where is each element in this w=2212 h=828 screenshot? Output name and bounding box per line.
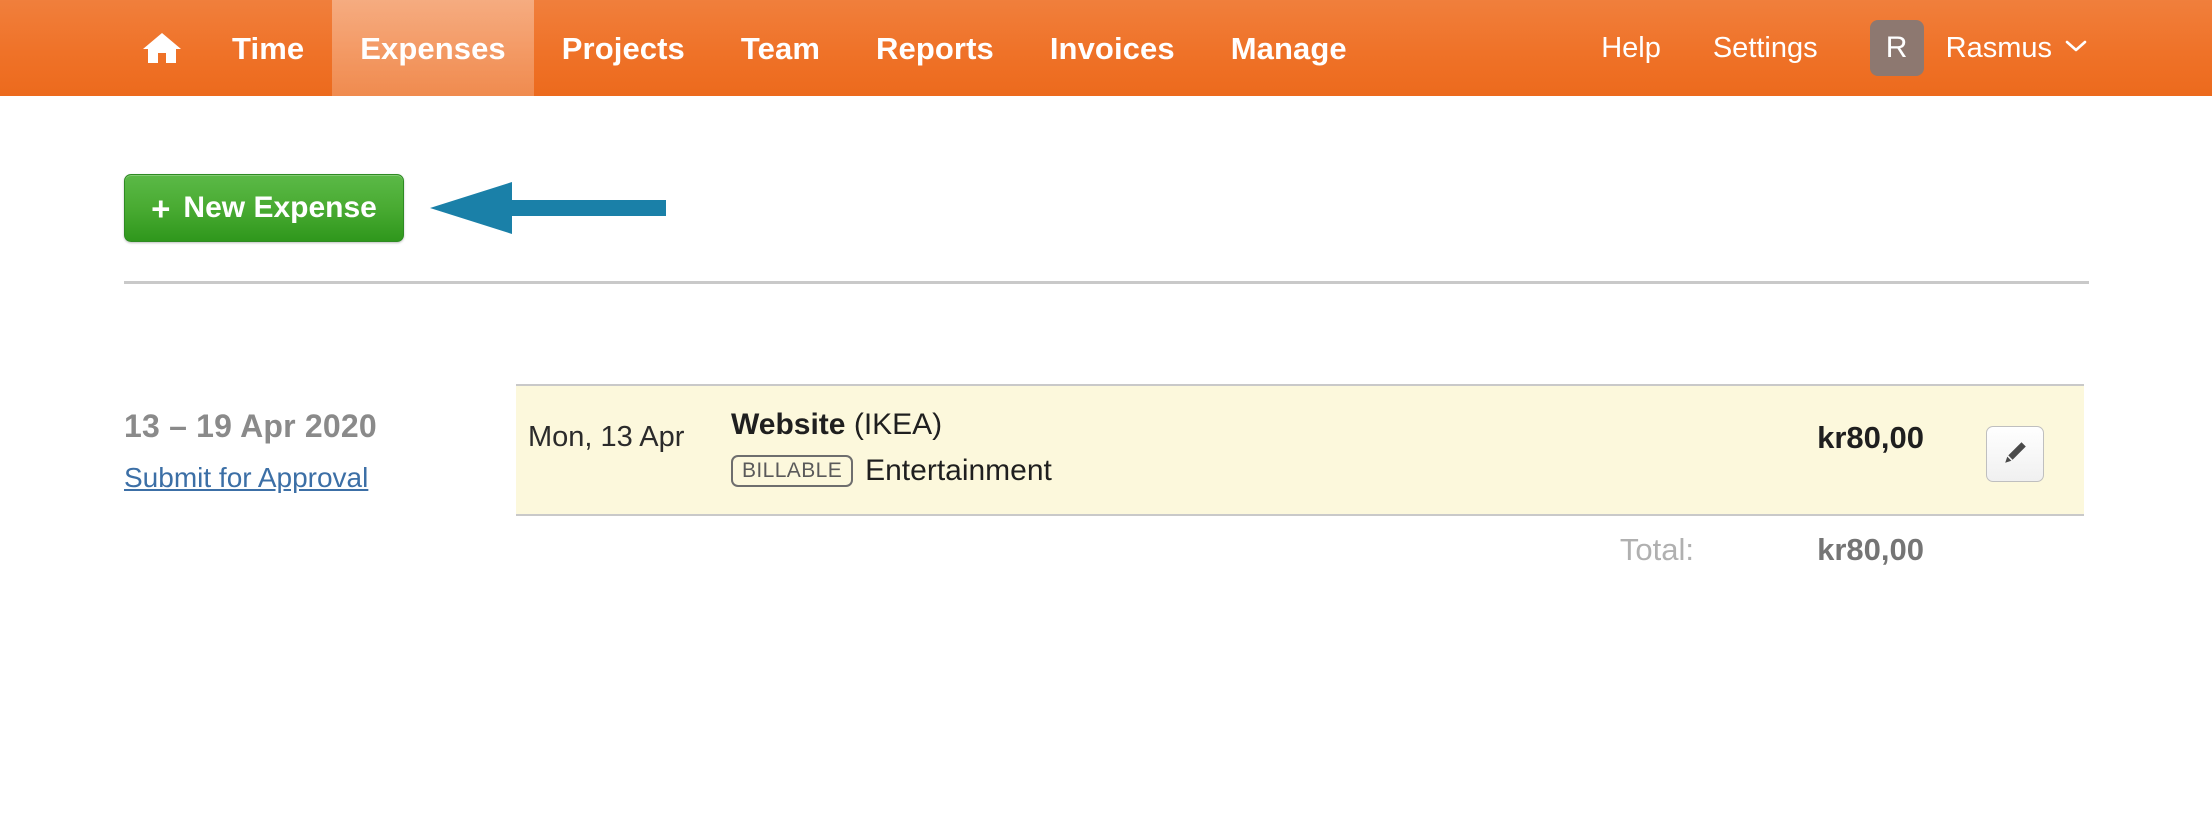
expense-client-name: (IKEA): [853, 408, 943, 441]
nav-secondary-items: Help Settings R Rasmus: [1575, 0, 2212, 96]
chevron-down-icon: [2065, 39, 2087, 58]
user-menu[interactable]: Rasmus: [1946, 32, 2087, 65]
nav-item-expenses[interactable]: Expenses: [332, 0, 534, 96]
nav-item-label: Reports: [876, 30, 994, 66]
nav-item-label: Projects: [561, 30, 685, 66]
nav-item-team[interactable]: Team: [713, 0, 848, 96]
expense-project-line: Website (IKEA): [731, 406, 1052, 444]
nav-item-time[interactable]: Time: [204, 0, 332, 96]
home-icon: [142, 31, 182, 65]
new-expense-button-label: New Expense: [183, 191, 377, 224]
nav-item-label: Time: [232, 30, 305, 66]
nav-primary-items: Time Expenses Projects Team Reports Invo…: [0, 0, 1375, 96]
nav-item-reports[interactable]: Reports: [848, 0, 1022, 96]
nav-item-settings[interactable]: Settings: [1687, 32, 1844, 65]
total-amount: kr80,00: [1817, 532, 1924, 567]
plus-icon: +: [151, 189, 171, 227]
total-label: Total:: [1619, 532, 1694, 567]
avatar[interactable]: R: [1869, 20, 1924, 76]
expense-date: Mon, 13 Apr: [528, 421, 685, 453]
new-expense-button[interactable]: + New Expense: [124, 174, 404, 242]
nav-item-label: Invoices: [1049, 30, 1175, 66]
pencil-icon: [2001, 439, 2029, 470]
nav-item-help[interactable]: Help: [1575, 32, 1687, 65]
avatar-initial: R: [1885, 31, 1908, 64]
expense-row[interactable]: Mon, 13 Apr Website (IKEA) BILLABLE Ente…: [516, 384, 2084, 516]
billable-badge: BILLABLE: [731, 454, 854, 487]
nav-item-invoices[interactable]: Invoices: [1022, 0, 1203, 96]
expense-category-line: BILLABLE Entertainment: [731, 454, 1052, 488]
week-range-label: 13 – 19 Apr 2020: [124, 408, 377, 444]
user-menu-label: Rasmus: [1945, 31, 2052, 64]
totals-row: Total: kr80,00: [516, 524, 2084, 594]
nav-item-label: Expenses: [360, 30, 506, 66]
nav-item-manage[interactable]: Manage: [1203, 0, 1375, 96]
submit-for-approval-link[interactable]: Submit for Approval: [124, 462, 368, 494]
expense-project-name: Website: [731, 408, 846, 441]
nav-item-home[interactable]: [120, 0, 204, 96]
top-navigation-bar: Time Expenses Projects Team Reports Invo…: [0, 0, 2212, 96]
edit-expense-button[interactable]: [1986, 426, 2044, 482]
expense-amount: kr80,00: [1817, 420, 1924, 455]
left-arrow-annotation: [428, 180, 668, 236]
nav-item-label: Manage: [1230, 30, 1347, 66]
expense-detail: Website (IKEA) BILLABLE Entertainment: [731, 406, 1052, 488]
section-divider: [124, 281, 2089, 284]
nav-item-label: Team: [740, 30, 820, 66]
expense-category: Entertainment: [865, 453, 1052, 487]
nav-item-projects[interactable]: Projects: [534, 0, 713, 96]
